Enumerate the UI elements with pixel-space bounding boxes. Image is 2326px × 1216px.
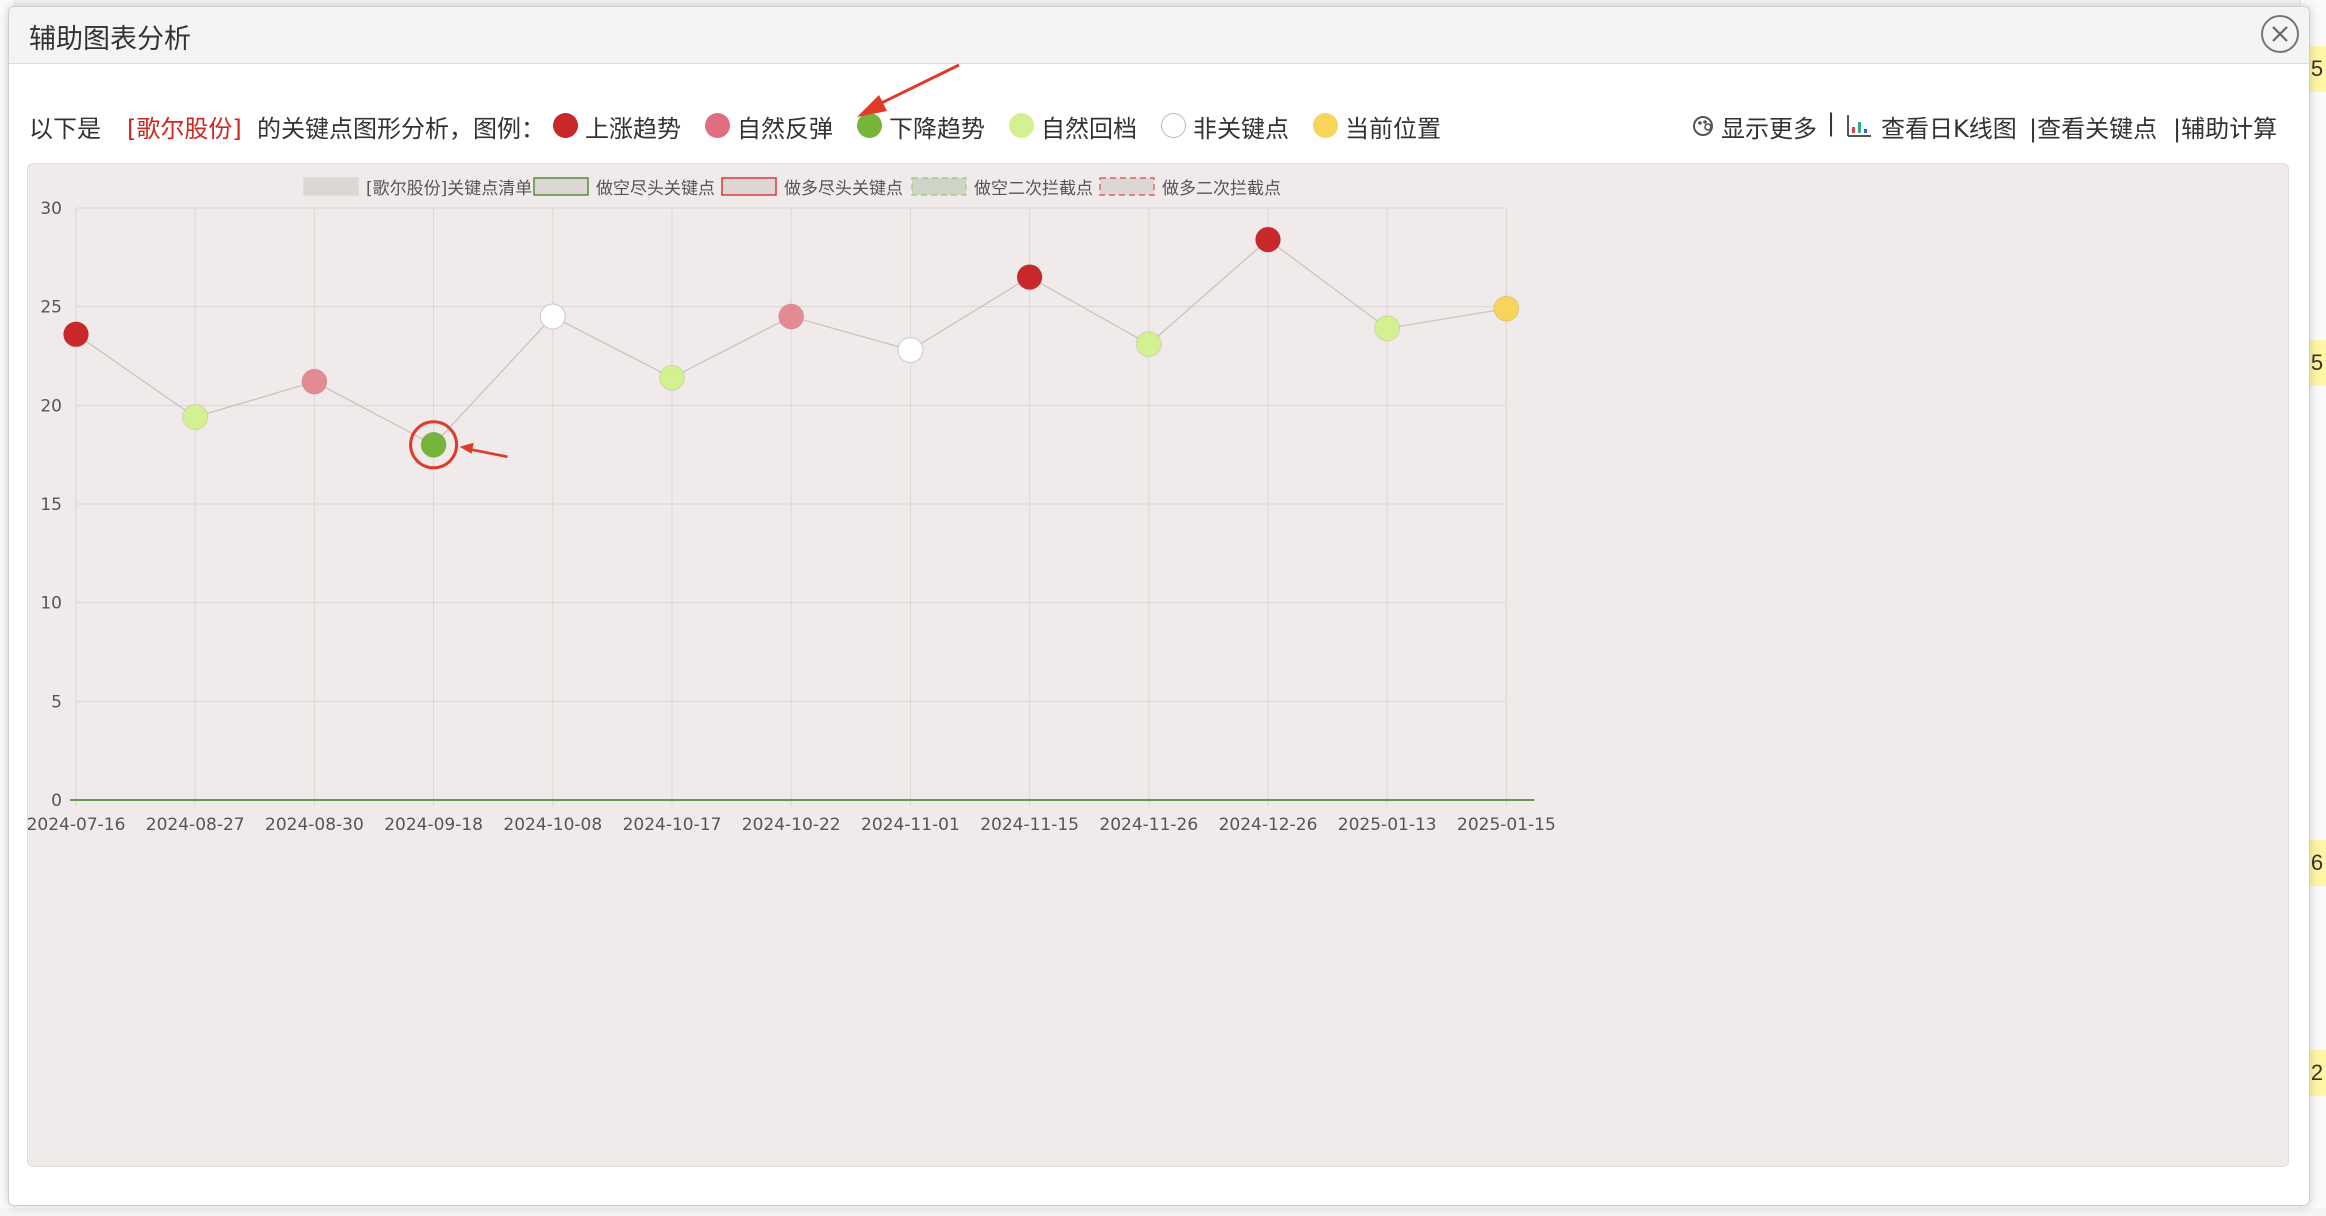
aux-calc-link[interactable]: |辅助计算 bbox=[2173, 109, 2277, 144]
close-icon bbox=[2272, 26, 2288, 42]
chart-icon bbox=[1847, 115, 1871, 137]
x-tick-label: 2024-10-08 bbox=[503, 815, 602, 835]
x-tick-label: 2024-08-27 bbox=[146, 815, 245, 835]
legend-bar: 以下是 [歌尔股份] 的关键点图形分析，图例： 上涨趋势 自然反弹 下降趋势 自… bbox=[29, 105, 2299, 145]
stock-name: [歌尔股份] bbox=[127, 115, 242, 143]
x-tick-label: 2024-11-26 bbox=[1099, 815, 1198, 835]
chart-analysis-dialog: 辅助图表分析 以下是 [歌尔股份] 的关键点图形分析，图例： 上涨趋势 自然反弹… bbox=[8, 6, 2310, 1206]
series-legend-label: 做空尽头关键点 bbox=[596, 179, 715, 199]
palette-icon bbox=[1693, 116, 1713, 136]
legend-dot-rally bbox=[705, 113, 730, 138]
series-legend-swatch bbox=[721, 177, 777, 196]
legend-label-nonkey: 非关键点 bbox=[1193, 115, 1289, 143]
show-more-link[interactable]: 显示更多 bbox=[1721, 109, 1817, 144]
y-tick-label: 10 bbox=[40, 594, 62, 614]
dialog-title: 辅助图表分析 bbox=[29, 24, 191, 55]
series-legend-swatch bbox=[911, 177, 967, 196]
x-tick-label: 2024-08-30 bbox=[265, 815, 364, 835]
legend-dot-reaction bbox=[1009, 113, 1034, 138]
toolbar-separator: | bbox=[1827, 109, 1836, 137]
annotation-arrow-icon bbox=[857, 63, 960, 117]
x-axis-ticks: 2024-07-16 2024-08-27 2024-08-30 2024-09-18… bbox=[27, 815, 1556, 835]
data-point bbox=[182, 404, 209, 431]
y-tick-label: 0 bbox=[51, 791, 62, 811]
data-point bbox=[658, 364, 686, 391]
x-tick-label: 2025-01-13 bbox=[1338, 815, 1437, 835]
legend-label-uptrend: 上涨趋势 bbox=[585, 115, 681, 143]
dialog-titlebar: 辅助图表分析 bbox=[9, 7, 2309, 64]
data-point bbox=[62, 321, 90, 348]
x-tick-label: 2024-10-17 bbox=[623, 815, 722, 835]
legend-prefix: 以下是 bbox=[29, 115, 101, 143]
data-point bbox=[301, 368, 328, 395]
keypoint-chart: [歌尔股份]关键点清单 做空尽头关键点 做多尽头关键点 做空二次拦截点 做多二次拦截点 … bbox=[27, 177, 1556, 835]
data-point bbox=[539, 303, 566, 330]
data-point bbox=[1254, 226, 1282, 253]
y-tick-label: 20 bbox=[40, 396, 62, 416]
x-tick-label: 2024-12-26 bbox=[1219, 815, 1318, 835]
close-button[interactable] bbox=[2261, 15, 2299, 53]
x-tick-label: 2024-11-01 bbox=[861, 815, 960, 835]
x-tick-label: 2025-01-15 bbox=[1457, 815, 1556, 835]
legend-dot-nonkey bbox=[1161, 113, 1186, 138]
legend-suffix: 的关键点图形分析，图例： bbox=[257, 115, 545, 143]
x-tick-label: 2024-07-16 bbox=[28, 815, 125, 835]
legend-label-rally: 自然反弹 bbox=[737, 115, 833, 143]
legend-dot-current bbox=[1313, 113, 1338, 138]
data-point bbox=[1493, 295, 1520, 322]
series-legend-label: [歌尔股份]关键点清单 bbox=[366, 179, 532, 199]
series-legend: [歌尔股份]关键点清单 做空尽头关键点 做多尽头关键点 做空二次拦截点 做多二次拦截点 bbox=[303, 177, 1281, 199]
data-point bbox=[420, 431, 447, 458]
chart-area: [歌尔股份]关键点清单 做空尽头关键点 做多尽头关键点 做空二次拦截点 做多二次拦截点 … bbox=[27, 163, 2289, 1167]
series-legend-swatch bbox=[1099, 177, 1155, 196]
view-kline-link[interactable]: 查看日K线图 bbox=[1881, 109, 2017, 144]
data-point bbox=[1374, 315, 1401, 342]
chart-grid bbox=[70, 207, 1535, 806]
data-point bbox=[778, 303, 805, 330]
y-tick-label: 25 bbox=[40, 298, 62, 318]
highlight-arrow-head bbox=[459, 442, 474, 454]
x-tick-label: 2024-10-22 bbox=[742, 815, 841, 835]
highlight-arrow bbox=[467, 447, 508, 459]
series-legend-label: 做多二次拦截点 bbox=[1162, 179, 1281, 199]
y-axis-ticks: 0 5 10 15 20 25 30 bbox=[40, 199, 62, 811]
y-tick-label: 5 bbox=[51, 692, 62, 712]
y-tick-label: 30 bbox=[40, 199, 62, 219]
series-legend-swatch bbox=[303, 177, 359, 196]
series-legend-label: 做空二次拦截点 bbox=[974, 179, 1093, 199]
series-legend-swatch bbox=[533, 177, 589, 196]
view-keypoints-link[interactable]: |查看关键点 bbox=[2029, 109, 2157, 144]
data-point bbox=[1135, 331, 1162, 358]
x-tick-label: 2024-09-18 bbox=[384, 815, 483, 835]
background-page-bottom bbox=[0, 1208, 2326, 1216]
y-tick-label: 15 bbox=[40, 495, 62, 515]
series-legend-label: 做多尽头关键点 bbox=[784, 179, 903, 199]
data-point bbox=[897, 336, 924, 364]
x-tick-label: 2024-11-15 bbox=[980, 815, 1079, 835]
legend-label-current: 当前位置 bbox=[1345, 115, 1441, 143]
data-point bbox=[1016, 263, 1043, 291]
legend-label-reaction: 自然回档 bbox=[1041, 115, 1137, 143]
legend-dot-uptrend bbox=[553, 113, 578, 138]
